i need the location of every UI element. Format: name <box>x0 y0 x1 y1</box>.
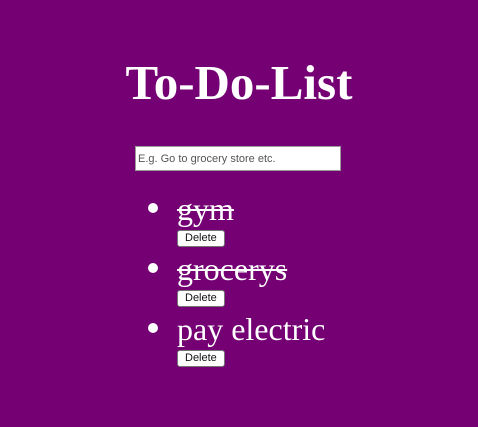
list-item: gym Delete <box>146 190 325 250</box>
page-title: To-Do-List <box>125 55 353 110</box>
bullet-icon <box>148 323 158 333</box>
delete-button[interactable]: Delete <box>177 230 225 247</box>
task-text[interactable]: grocerys <box>177 250 325 288</box>
task-list: gym Delete grocerys Delete pay electric … <box>146 190 325 370</box>
bullet-icon <box>148 203 158 213</box>
task-text[interactable]: pay electric <box>177 310 325 348</box>
list-item: grocerys Delete <box>146 250 325 310</box>
new-task-input[interactable] <box>135 146 341 171</box>
task-text[interactable]: gym <box>177 190 325 228</box>
list-item: pay electric Delete <box>146 310 325 370</box>
delete-button[interactable]: Delete <box>177 290 225 307</box>
bullet-icon <box>148 263 158 273</box>
delete-button[interactable]: Delete <box>177 350 225 367</box>
